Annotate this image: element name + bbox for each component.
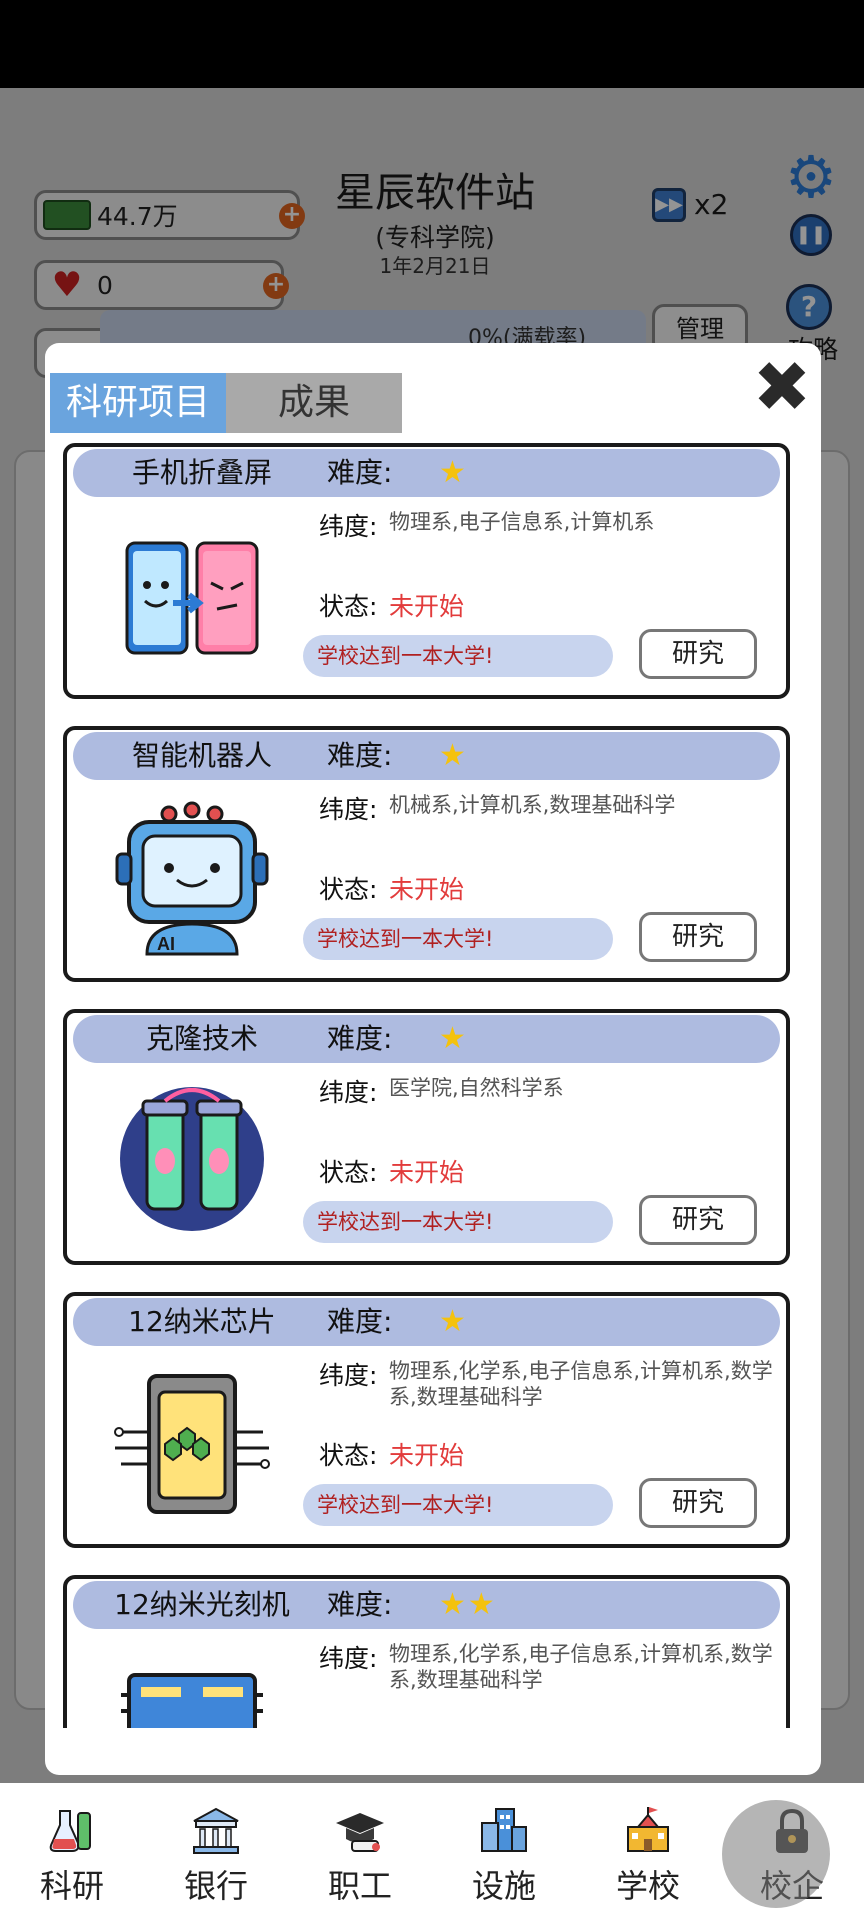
dept-value: 物理系,电子信息系,计算机系 [389, 510, 655, 534]
lab-flask-icon [49, 1810, 91, 1852]
difficulty-label: 难度: [327, 739, 393, 772]
nav-label: 学校 [615, 1867, 680, 1905]
difficulty-label: 难度: [327, 1022, 393, 1055]
modal-tabs: 科研项目 成果 [50, 373, 402, 433]
project-header: 克隆技术 难度: ★ [73, 1015, 780, 1063]
research-button[interactable]: 研究 [639, 629, 757, 679]
project-name: 智能机器人 [131, 739, 272, 772]
dept-value: 医学院,自然科学系 [389, 1076, 564, 1100]
project-card: 12纳米光刻机 难度: ★★ 纬度: 物理系,化学系,电子信息系,计算机系,数学… [63, 1575, 790, 1728]
project-list[interactable]: 手机折叠屏 难度: ★ 纬度: 物理系,电子信息系,计算机系 状态: 未开始 学… [45, 443, 821, 1728]
difficulty-label: 难度: [327, 1588, 393, 1621]
difficulty-label: 难度: [327, 1305, 393, 1338]
watermark [722, 1800, 830, 1908]
project-header: 12纳米芯片 难度: ★ [73, 1298, 780, 1346]
project-header: 12纳米光刻机 难度: ★★ [73, 1581, 780, 1629]
dept-label: 纬度: [319, 1361, 378, 1390]
state-value: 未开始 [389, 592, 465, 621]
research-button[interactable]: 研究 [639, 1195, 757, 1245]
requirement-badge: 学校达到一本大学! [303, 1484, 613, 1526]
project-header: 智能机器人 难度: ★ [73, 732, 780, 780]
dept-label: 纬度: [319, 1644, 378, 1673]
dept-label: 纬度: [319, 1078, 378, 1107]
tab-research-projects[interactable]: 科研项目 [50, 373, 226, 433]
requirement-badge: 学校达到一本大学! [303, 635, 613, 677]
school-icon [627, 1807, 669, 1852]
nav-staff[interactable]: 职工 [288, 1783, 432, 1920]
status-bar [0, 0, 864, 88]
state-value: 未开始 [389, 1441, 465, 1470]
dept-label: 纬度: [319, 512, 378, 541]
graduate-cap-icon [336, 1813, 384, 1852]
dept-value: 机械系,计算机系,数理基础科学 [389, 793, 676, 817]
requirement-badge: 学校达到一本大学! [303, 918, 613, 960]
project-card: 智能机器人 难度: ★ AI 纬度: 机械系,计算机系,数理基础科学 状态: 未… [63, 726, 790, 982]
folding-phone-icon [125, 541, 259, 655]
research-modal: 科研项目 成果 ✖ 手机折叠屏 难度: ★ 纬度: 物理系,电子信息系,计算机系… [45, 343, 821, 1775]
difficulty-stars: ★★ [439, 1587, 497, 1622]
research-button[interactable]: 研究 [639, 912, 757, 962]
nav-facilities[interactable]: 设施 [432, 1783, 576, 1920]
nav-label: 设施 [471, 1867, 536, 1905]
svg-text:AI: AI [157, 934, 175, 954]
chip-icon [114, 1374, 270, 1514]
clone-tubes-icon [120, 1087, 264, 1231]
project-name: 12纳米光刻机 [114, 1588, 290, 1621]
research-button[interactable]: 研究 [639, 1478, 757, 1528]
tab-results[interactable]: 成果 [226, 373, 402, 433]
difficulty-label: 难度: [327, 456, 393, 489]
project-name: 手机折叠屏 [131, 456, 272, 489]
project-name: 12纳米芯片 [128, 1305, 276, 1338]
project-header: 手机折叠屏 难度: ★ [73, 449, 780, 497]
state-label: 状态: [319, 1158, 378, 1187]
nav-label: 银行 [183, 1867, 248, 1905]
project-card: 克隆技术 难度: ★ 纬度: 医学院,自然科学系 状态: 未开始 学校达到一本大… [63, 1009, 790, 1265]
nav-research[interactable]: 科研 [0, 1783, 144, 1920]
dept-label: 纬度: [319, 795, 378, 824]
state-value: 未开始 [389, 1158, 465, 1187]
difficulty-stars: ★ [439, 1021, 468, 1056]
lithography-machine-icon [121, 1673, 263, 1728]
bank-icon [193, 1807, 239, 1854]
state-label: 状态: [319, 592, 378, 621]
requirement-badge: 学校达到一本大学! [303, 1201, 613, 1243]
buildings-icon [481, 1808, 527, 1852]
nav-bank[interactable]: 银行 [144, 1783, 288, 1920]
state-label: 状态: [319, 875, 378, 904]
nav-label: 职工 [327, 1867, 392, 1905]
state-value: 未开始 [389, 875, 465, 904]
close-icon[interactable]: ✖ [751, 352, 813, 422]
difficulty-stars: ★ [439, 455, 468, 490]
project-name: 克隆技术 [145, 1022, 258, 1055]
difficulty-stars: ★ [439, 738, 468, 773]
robot-icon: AI [115, 801, 269, 956]
dept-value: 物理系,化学系,电子信息系,计算机系,数学系,数理基础科学 [389, 1359, 773, 1409]
project-card: 12纳米芯片 难度: ★ 纬度: 物理系,化学系,电子信息系,计算机系,数学系,… [63, 1292, 790, 1548]
difficulty-stars: ★ [439, 1304, 468, 1339]
dept-value: 物理系,化学系,电子信息系,计算机系,数学系,数理基础科学 [389, 1642, 773, 1692]
nav-school[interactable]: 学校 [576, 1783, 720, 1920]
project-card: 手机折叠屏 难度: ★ 纬度: 物理系,电子信息系,计算机系 状态: 未开始 学… [63, 443, 790, 699]
state-label: 状态: [319, 1441, 378, 1470]
nav-label: 科研 [39, 1867, 104, 1905]
